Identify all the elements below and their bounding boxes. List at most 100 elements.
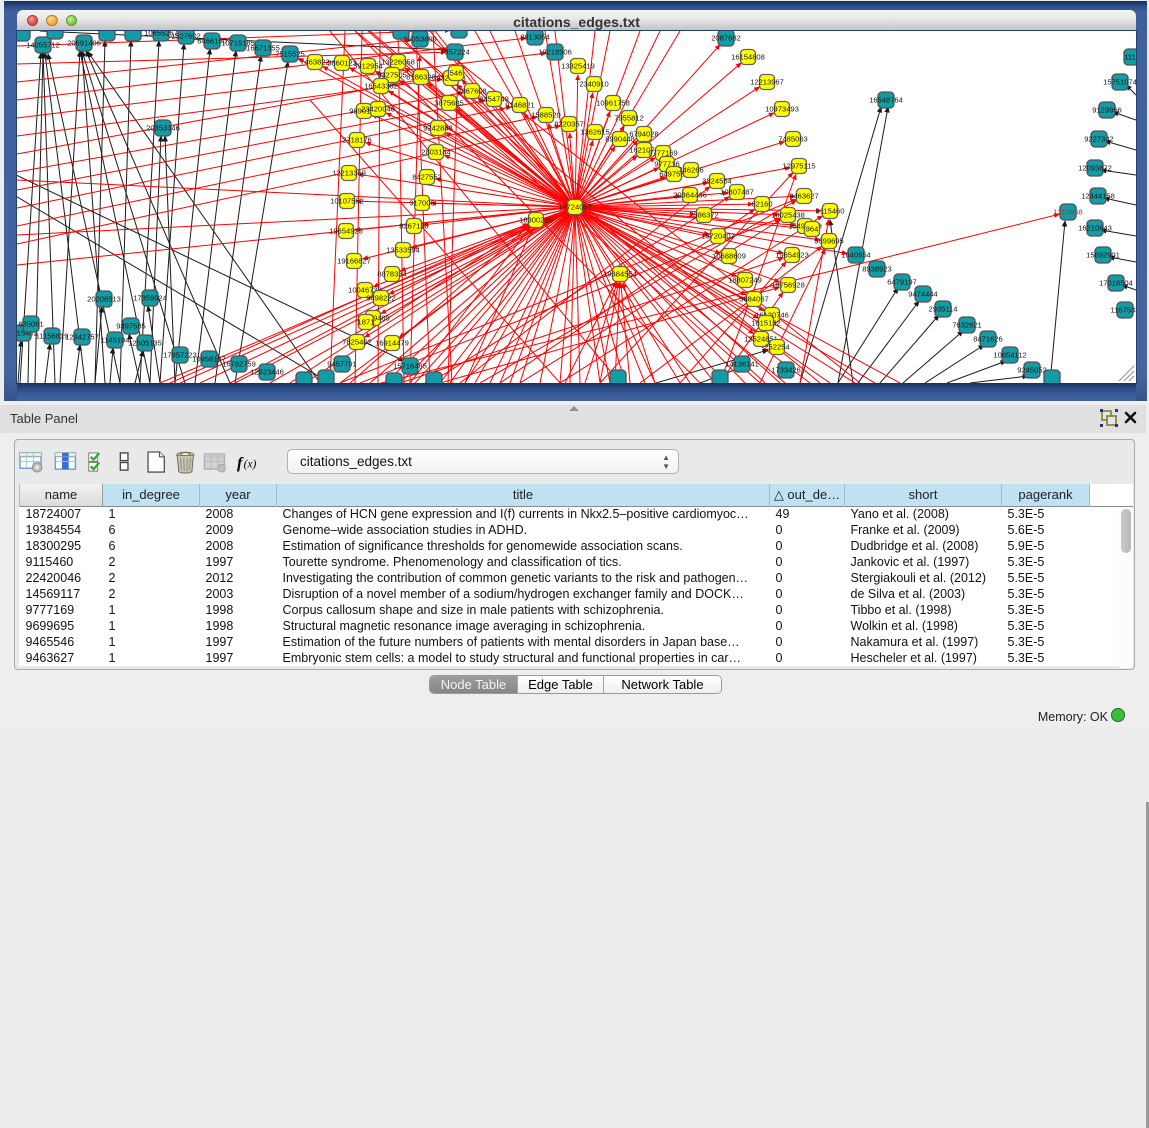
svg-text:9242848: 9242848 [423,124,453,133]
svg-text:12942757: 12942757 [65,333,99,342]
svg-text:20353346: 20353346 [146,124,180,133]
svg-text:9463627: 9463627 [789,192,819,201]
svg-text:16548764: 16548764 [869,96,903,105]
svg-text:7485063: 7485063 [778,135,808,144]
svg-text:10688609: 10688609 [712,252,746,261]
svg-text:3875685: 3875685 [434,99,464,108]
svg-text:12923446: 12923446 [250,368,284,377]
svg-text:20364436: 20364436 [673,191,707,200]
svg-text:3684067: 3684067 [739,295,769,304]
svg-text:8878334: 8878334 [377,270,407,279]
svg-text:1733426: 1733426 [771,366,801,375]
svg-text:546: 546 [450,69,463,78]
svg-text:15716485: 15716485 [393,362,427,371]
svg-text:7463822: 7463822 [300,58,330,67]
svg-text:2087682: 2087682 [711,34,741,43]
svg-text:9227342: 9227342 [1084,135,1114,144]
svg-text:14136141: 14136141 [725,360,759,369]
svg-text:2340910: 2340910 [579,80,609,89]
svg-text:8186328: 8186328 [406,73,436,82]
svg-text:10973493: 10973493 [765,105,799,114]
svg-text:12213369: 12213369 [332,169,366,178]
svg-text:1871: 1871 [358,318,375,327]
svg-text:14055712: 14055712 [26,41,60,50]
svg-text:16154808: 16154808 [731,53,765,62]
svg-text:917006: 917006 [409,199,434,208]
svg-text:1640954: 1640954 [841,251,871,260]
svg-text:13533594: 13533594 [386,246,420,255]
svg-text:1215958: 1215958 [1053,208,1083,217]
svg-text:9129966: 9129966 [1092,106,1122,115]
svg-text:8267130: 8267130 [399,222,429,231]
svg-text:15720407: 15720407 [701,232,735,241]
svg-text:6479197: 6479197 [887,278,917,287]
svg-text:746266: 746266 [678,166,703,175]
svg-text:10961758: 10961758 [596,99,630,108]
svg-text:3824554: 3824554 [702,177,732,186]
svg-text:7625402: 7625402 [342,338,372,347]
svg-text:9474444: 9474444 [908,290,938,299]
svg-text:10654112: 10654112 [993,351,1026,360]
svg-text:16914479: 16914479 [375,339,409,348]
svg-text:13226058: 13226058 [381,58,415,67]
svg-text:8471626: 8471626 [973,335,1003,344]
svg-text:19654925: 19654925 [329,227,363,236]
svg-text:15692901: 15692901 [1086,251,1120,260]
svg-text:16053809: 16053809 [403,35,437,44]
svg-text:9699695: 9699695 [814,237,844,246]
svg-text:6794028: 6794028 [629,130,659,139]
svg-text:8938923: 8938923 [862,265,892,274]
svg-text:62160: 62160 [751,200,772,209]
svg-text:18724007: 18724007 [558,203,592,212]
svg-text:10807487: 10807487 [720,188,754,197]
svg-text:19384554: 19384554 [603,270,637,279]
svg-text:1145194: 1145194 [101,336,130,345]
svg-text:10107552: 10107552 [330,197,364,206]
svg-text:7955812: 7955812 [614,114,644,123]
svg-text:2935114: 2935114 [929,305,958,314]
svg-text:12505135: 12505135 [128,339,162,348]
svg-text:19218506: 19218506 [538,48,572,57]
svg-text:3912954: 3912954 [353,62,383,71]
svg-text:16210643: 16210643 [1078,224,1112,233]
svg-text:(x): (x) [244,458,257,470]
svg-text:19756928: 19756928 [771,281,805,290]
svg-text:16543382: 16543382 [364,82,398,91]
svg-text:1588520: 1588520 [531,111,561,120]
svg-text:252254: 252254 [764,343,789,352]
svg-text:12093872: 12093872 [1078,164,1112,173]
svg-text:9457791: 9457791 [327,360,357,369]
svg-text:23420046: 23420046 [361,105,395,114]
svg-text:2718176: 2718176 [342,136,372,145]
svg-text:9115460: 9115460 [816,207,845,216]
svg-text:9397585: 9397585 [116,322,146,331]
svg-text:2803144: 2803144 [421,148,451,157]
svg-text:20206513: 20206513 [87,295,121,304]
svg-text:10958107: 10958107 [192,355,226,364]
svg-text:13325419: 13325419 [561,62,595,71]
svg-text:19654923: 19654923 [775,251,809,260]
svg-text:835061: 835061 [18,320,43,329]
svg-text:1112: 1112 [1124,53,1136,62]
svg-text:11156819: 11156819 [36,332,69,341]
svg-text:1615132: 1615132 [751,319,781,328]
svg-text:7632621: 7632621 [952,321,982,330]
svg-text:7357224: 7357224 [440,48,470,57]
svg-text:12213967: 12213967 [750,78,784,87]
svg-text:8427552: 8427552 [412,173,442,182]
svg-text:964: 964 [806,225,819,234]
svg-text:12444158: 12444158 [1081,192,1115,201]
svg-text:1167533: 1167533 [1111,306,1137,315]
svg-text:15751074: 15751074 [1103,78,1136,87]
svg-text:12975115: 12975115 [782,162,815,171]
svg-text:18807249: 18807249 [728,276,762,285]
svg-text:19166827: 19166827 [337,257,371,266]
svg-text:17359924: 17359924 [133,294,167,303]
svg-text:18300295: 18300295 [519,216,553,225]
svg-text:9245052: 9245052 [1017,366,1047,375]
svg-text:9146821: 9146821 [505,101,535,110]
svg-text:20691406: 20691406 [67,39,101,48]
svg-text:9498222: 9498222 [366,294,396,303]
svg-text:7386372: 7386372 [689,211,719,220]
svg-text:8813054: 8813054 [520,33,550,42]
